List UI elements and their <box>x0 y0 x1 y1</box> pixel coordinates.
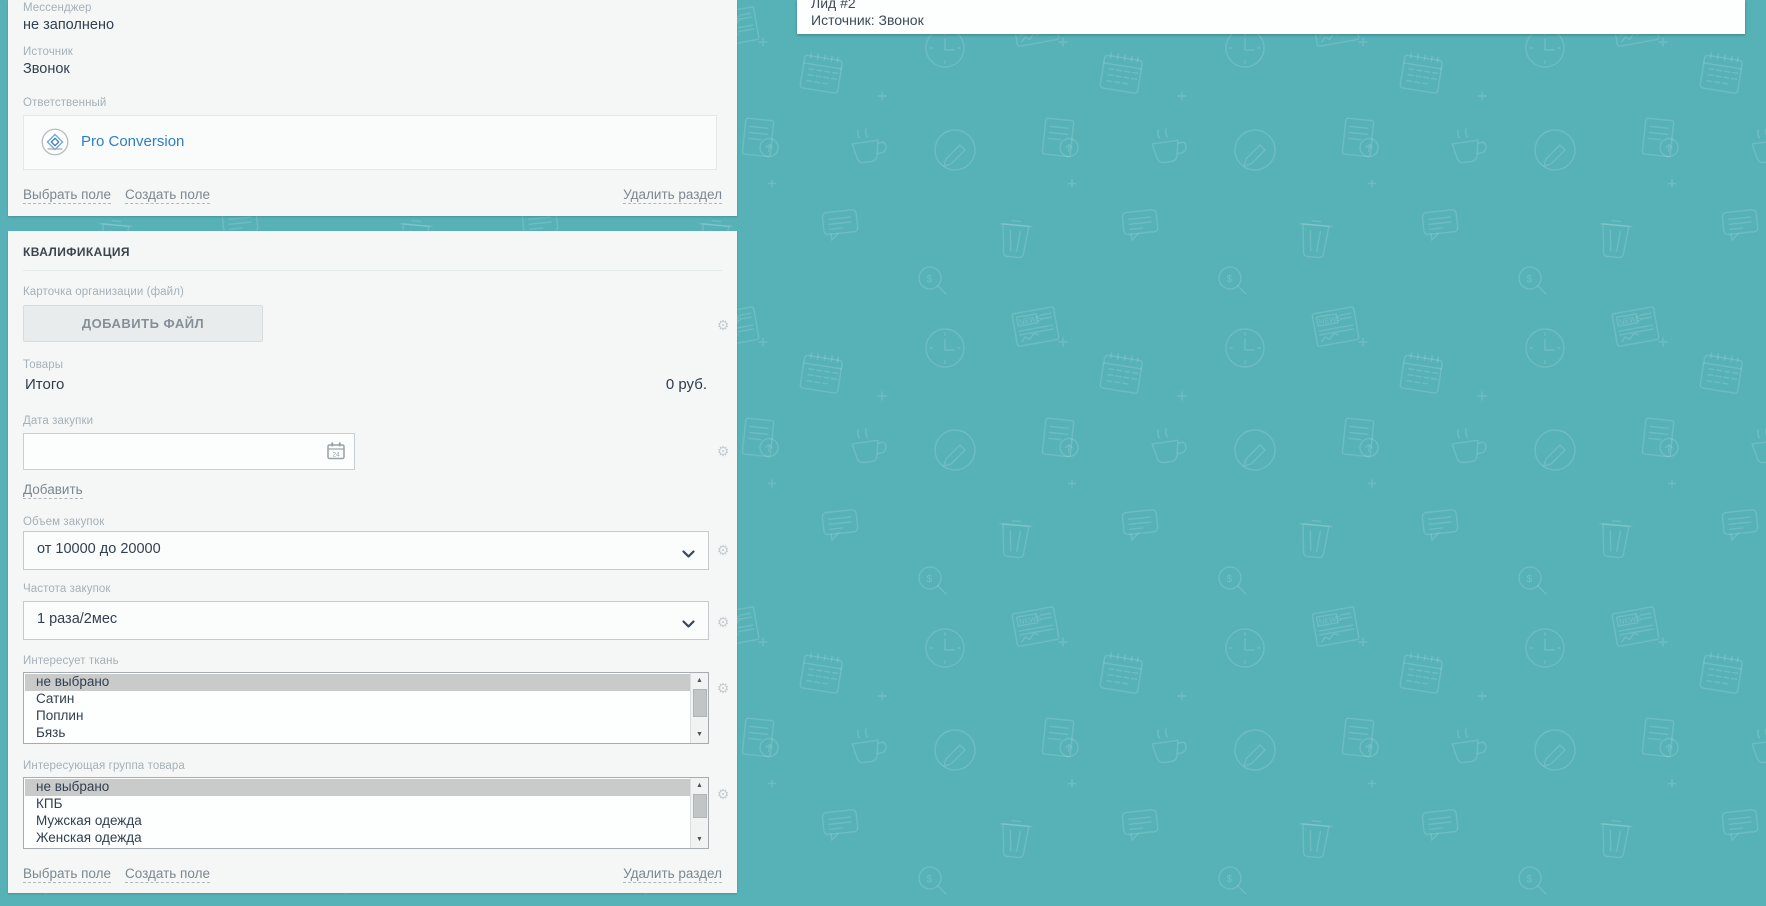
option-item[interactable]: Поплин <box>25 708 702 725</box>
gear-icon[interactable]: ⚙ <box>715 542 731 558</box>
scrollbar-thumb[interactable] <box>693 794 707 818</box>
product-group-options: не выбрано КПБ Мужская одежда Женская од… <box>25 779 708 848</box>
chevron-down-icon <box>682 616 695 634</box>
scroll-down-icon[interactable]: ▼ <box>691 833 708 847</box>
calendar-icon[interactable]: 24 <box>326 441 346 466</box>
option-item[interactable]: Мужская одежда <box>25 813 702 830</box>
contact-fields-section: Мессенджер не заполнено Источник Звонок … <box>8 0 737 216</box>
purchase-frequency-select[interactable]: 1 раза/2мес <box>23 601 709 640</box>
option-item[interactable]: Сатин <box>25 691 702 708</box>
lead-source-line: Источник: Звонок <box>811 12 924 28</box>
fabric-options: не выбрано Сатин Поплин Бязь <box>25 674 708 743</box>
create-field-link-2[interactable]: Создать поле <box>125 866 210 883</box>
lead-header-card: Лид #2 Источник: Звонок <box>797 0 1745 34</box>
scroll-up-icon[interactable]: ▲ <box>691 779 708 793</box>
qualification-section: КВАЛИФИКАЦИЯ Карточка организации (файл)… <box>8 231 737 893</box>
scrollbar[interactable]: ▲ ▼ <box>690 778 708 848</box>
messenger-value[interactable]: не заполнено <box>23 17 114 33</box>
purchase-volume-select[interactable]: от 10000 до 20000 <box>23 531 709 570</box>
responsible-label: Ответственный <box>23 97 107 109</box>
option-item[interactable]: Бязь <box>25 725 702 742</box>
product-group-listbox[interactable]: не выбрано КПБ Мужская одежда Женская од… <box>23 777 709 849</box>
option-item[interactable]: не выбрано <box>25 779 702 796</box>
lead-title: Лид #2 <box>811 0 856 11</box>
purchase-date-input[interactable]: 24 <box>23 433 355 470</box>
purchase-volume-selected-value: от 10000 до 20000 <box>37 541 161 557</box>
option-item[interactable]: КПБ <box>25 796 702 813</box>
scroll-up-icon[interactable]: ▲ <box>691 674 708 688</box>
add-file-button[interactable]: ДОБАВИТЬ ФАЙЛ <box>23 305 263 342</box>
delete-section-link-1[interactable]: Удалить раздел <box>623 187 722 204</box>
responsible-user-box[interactable]: Pro Conversion <box>23 115 717 170</box>
fabric-interest-listbox[interactable]: не выбрано Сатин Поплин Бязь ▲ ▼ <box>23 672 709 744</box>
section-title: КВАЛИФИКАЦИЯ <box>23 245 130 259</box>
scrollbar[interactable]: ▲ ▼ <box>690 673 708 743</box>
purchase-frequency-label: Частота закупок <box>23 583 111 595</box>
svg-text:24: 24 <box>332 451 340 458</box>
delete-section-link-2[interactable]: Удалить раздел <box>623 866 722 883</box>
gear-icon[interactable]: ⚙ <box>715 317 731 333</box>
scrollbar-thumb[interactable] <box>693 689 707 717</box>
responsible-user-link[interactable]: Pro Conversion <box>81 133 184 150</box>
chevron-down-icon <box>682 546 695 564</box>
source-label: Источник <box>23 46 73 58</box>
products-total-label: Итого <box>25 376 65 393</box>
scroll-down-icon[interactable]: ▼ <box>691 728 708 742</box>
org-card-file-label: Карточка организации (файл) <box>23 286 184 298</box>
gear-icon[interactable]: ⚙ <box>715 680 731 696</box>
purchase-frequency-selected-value: 1 раза/2мес <box>37 611 118 627</box>
purchase-date-label: Дата закупки <box>23 415 94 427</box>
gear-icon[interactable]: ⚙ <box>715 786 731 802</box>
products-total-value: 0 руб. <box>665 376 707 393</box>
gear-icon[interactable]: ⚙ <box>715 443 731 459</box>
create-field-link-1[interactable]: Создать поле <box>125 187 210 204</box>
gear-icon[interactable]: ⚙ <box>715 614 731 630</box>
section-divider <box>23 270 722 271</box>
choose-field-link-1[interactable]: Выбрать поле <box>23 187 112 204</box>
purchase-volume-label: Объем закупок <box>23 516 105 528</box>
option-item[interactable]: не выбрано <box>25 674 702 691</box>
pro-conversion-avatar-icon <box>41 128 69 156</box>
source-value[interactable]: Звонок <box>23 61 70 77</box>
products-label: Товары <box>23 359 64 371</box>
fabric-interest-label: Интересует ткань <box>23 655 119 667</box>
product-group-label: Интересующая группа товара <box>23 760 185 772</box>
choose-field-link-2[interactable]: Выбрать поле <box>23 866 112 883</box>
option-item[interactable]: Женская одежда <box>25 830 702 847</box>
add-link[interactable]: Добавить <box>23 482 83 499</box>
messenger-label: Мессенджер <box>23 2 92 14</box>
